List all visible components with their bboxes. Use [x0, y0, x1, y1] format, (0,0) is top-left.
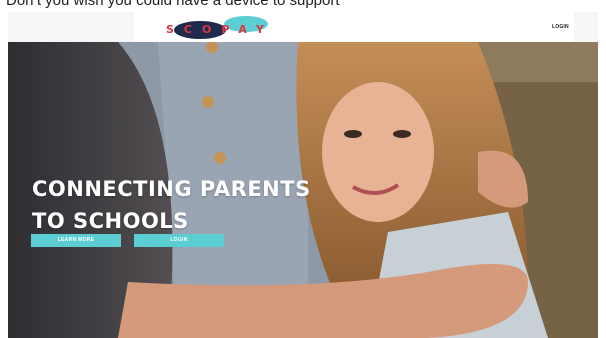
top-cut-text-strip: Don’t you wish you could have a device t…: [0, 0, 606, 12]
header-login-link[interactable]: LOGIN: [552, 24, 569, 30]
browser-page: SCOPAY LOGIN CONNECTING PARENTS TO SCHOO…: [8, 12, 598, 338]
headline-line-1: CONNECTING PARENTS: [32, 177, 311, 201]
hero-banner: CONNECTING PARENTS TO SCHOOLS LEARN MORE…: [8, 42, 598, 338]
cut-off-text: Don’t you wish you could have a device t…: [6, 0, 340, 9]
learn-more-button[interactable]: LEARN MORE: [31, 234, 121, 247]
headline-line-2: TO SCHOOLS: [32, 209, 189, 233]
hero-login-button[interactable]: LOGIN: [134, 234, 224, 247]
site-header: SCOPAY LOGIN: [8, 12, 598, 42]
scopay-logo[interactable]: SCOPAY: [160, 15, 310, 41]
hero-headline: CONNECTING PARENTS TO SCHOOLS: [32, 173, 311, 237]
logo-text: SCOPAY: [166, 23, 274, 36]
